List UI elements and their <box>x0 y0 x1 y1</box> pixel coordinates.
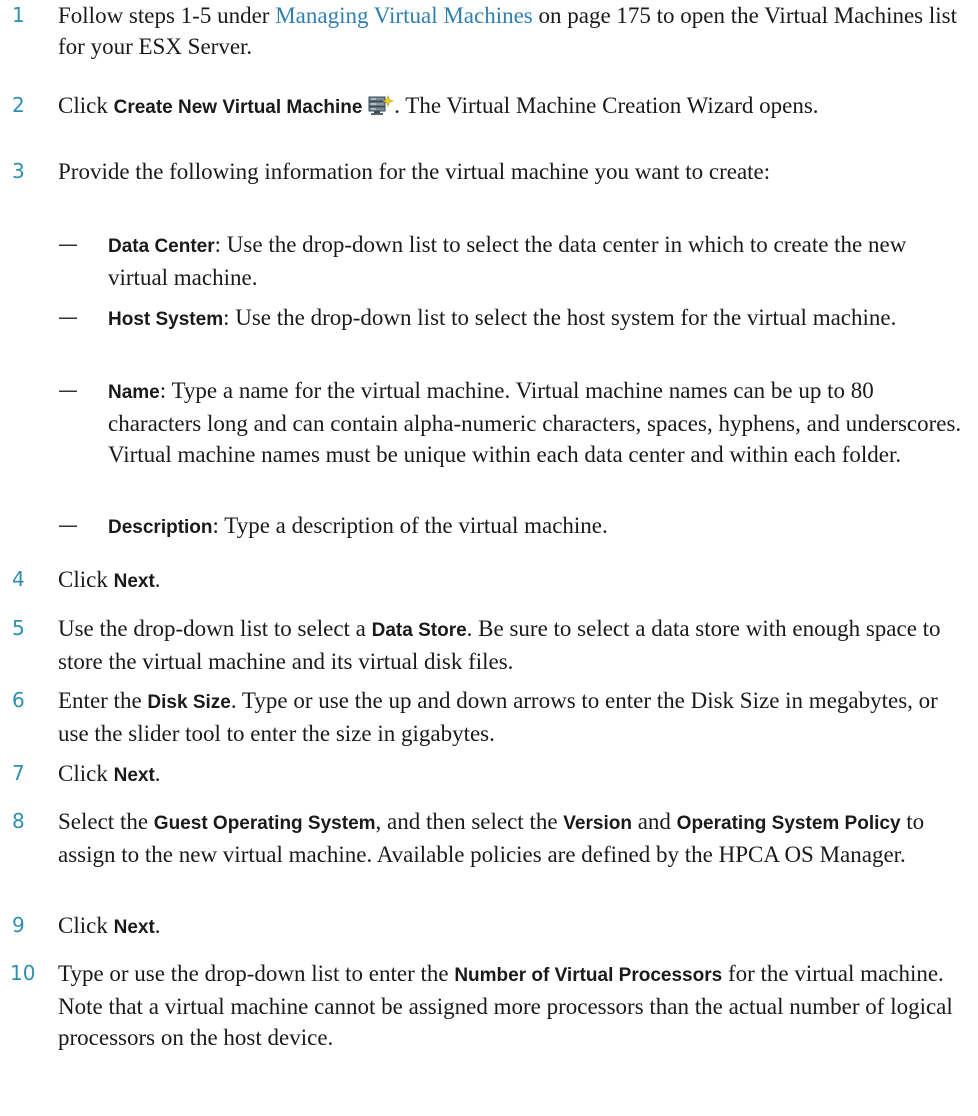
step-number: 8 <box>12 809 25 833</box>
step-text: Click Next. <box>58 567 161 592</box>
step-text: Type or use the drop-down list to enter … <box>58 961 953 1050</box>
step-number: 3 <box>12 159 25 183</box>
dash-bullet: — <box>58 232 78 256</box>
step-text: Provide the following information for th… <box>58 159 771 184</box>
step-text: Enter the Disk Size. Type or use the up … <box>58 688 938 746</box>
step-text: Click Next. <box>58 913 161 938</box>
term-label: Description <box>108 517 213 538</box>
term-label: Name <box>108 382 160 403</box>
step-text: Click Create New Virtual Machine . The V… <box>58 93 819 118</box>
step-text: Use the drop-down list to select a Data … <box>58 616 941 674</box>
step-number: 9 <box>12 913 25 937</box>
step-number: 2 <box>12 93 25 117</box>
create-virtual-machine-icon <box>368 94 395 116</box>
managing-virtual-machines-link[interactable]: Managing Virtual Machines <box>275 3 533 28</box>
dash-bullet: — <box>58 305 78 329</box>
step-text: Click Next. <box>58 761 161 786</box>
dash-bullet: — <box>58 378 78 402</box>
step-number: 5 <box>12 616 25 640</box>
dash-bullet: — <box>58 513 78 537</box>
step-text: Follow steps 1-5 under Managing Virtual … <box>58 3 958 59</box>
term-label: Host System <box>108 309 224 330</box>
step-number: 1 <box>12 3 25 27</box>
step-number: 6 <box>12 688 25 712</box>
term-label: Data Center <box>108 236 215 257</box>
step-number: 4 <box>12 567 25 591</box>
step-number: 7 <box>12 761 25 785</box>
step-text: Select the Guest Operating System, and t… <box>58 809 925 867</box>
step-number: 10 <box>10 961 36 985</box>
create-new-vm-label: Create New Virtual Machine <box>113 97 363 118</box>
